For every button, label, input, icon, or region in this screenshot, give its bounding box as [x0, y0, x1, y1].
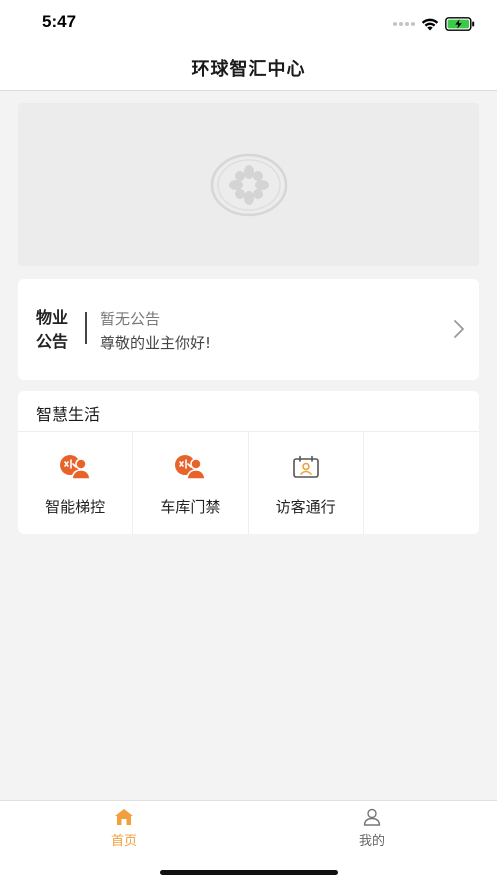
smart-elevator-button[interactable]: 智能梯控	[18, 432, 134, 534]
tab-mine[interactable]: 我的	[332, 807, 412, 851]
banner-carousel[interactable]	[18, 103, 479, 266]
user-icon	[361, 807, 383, 827]
smart-life-grid: 智能梯控 车库门禁 访客通行	[18, 432, 479, 534]
placeholder-logo-icon	[210, 153, 287, 216]
garage-access-button[interactable]: 车库门禁	[133, 432, 249, 534]
tab-home-label: 首页	[110, 834, 137, 849]
battery-charging-icon	[445, 17, 475, 31]
navigation-bar: 环球智汇中心	[0, 46, 497, 91]
tab-mine-label: 我的	[358, 834, 385, 849]
property-notice-card[interactable]: 物业 公告 暂无公告 尊敬的业主你好!	[18, 279, 479, 380]
tab-home[interactable]: 首页	[84, 807, 164, 851]
notice-logo-bottom: 公告	[36, 332, 69, 351]
smart-life-title: 智慧生活	[36, 405, 101, 424]
empty-grid-cell	[364, 432, 479, 534]
garage-access-label: 车库门禁	[160, 498, 221, 516]
notice-logo-top: 物业	[36, 308, 69, 327]
status-icons	[393, 14, 475, 34]
smart-elevator-label: 智能梯控	[45, 498, 106, 516]
property-notice-logo: 物业 公告	[36, 308, 76, 352]
chevron-right-icon	[454, 320, 464, 338]
cellular-signal-icon	[393, 22, 415, 26]
visitor-pass-icon	[289, 452, 323, 482]
home-indicator	[160, 870, 338, 875]
page-title: 环球智汇中心	[191, 59, 306, 80]
garage-access-icon	[173, 452, 207, 482]
visitor-pass-button[interactable]: 访客通行	[249, 432, 364, 534]
wifi-icon	[421, 18, 439, 31]
home-icon	[113, 807, 135, 827]
status-time: 5:47	[42, 12, 77, 31]
notice-title: 暂无公告	[100, 310, 161, 328]
elevator-call-icon	[58, 452, 92, 482]
notice-divider	[85, 312, 87, 344]
notice-subtitle: 尊敬的业主你好!	[100, 334, 212, 352]
smart-life-card: 智慧生活 智能梯控 车库门禁 访客通行	[18, 391, 479, 534]
visitor-pass-label: 访客通行	[275, 498, 336, 516]
status-bar: 5:47	[0, 0, 497, 46]
